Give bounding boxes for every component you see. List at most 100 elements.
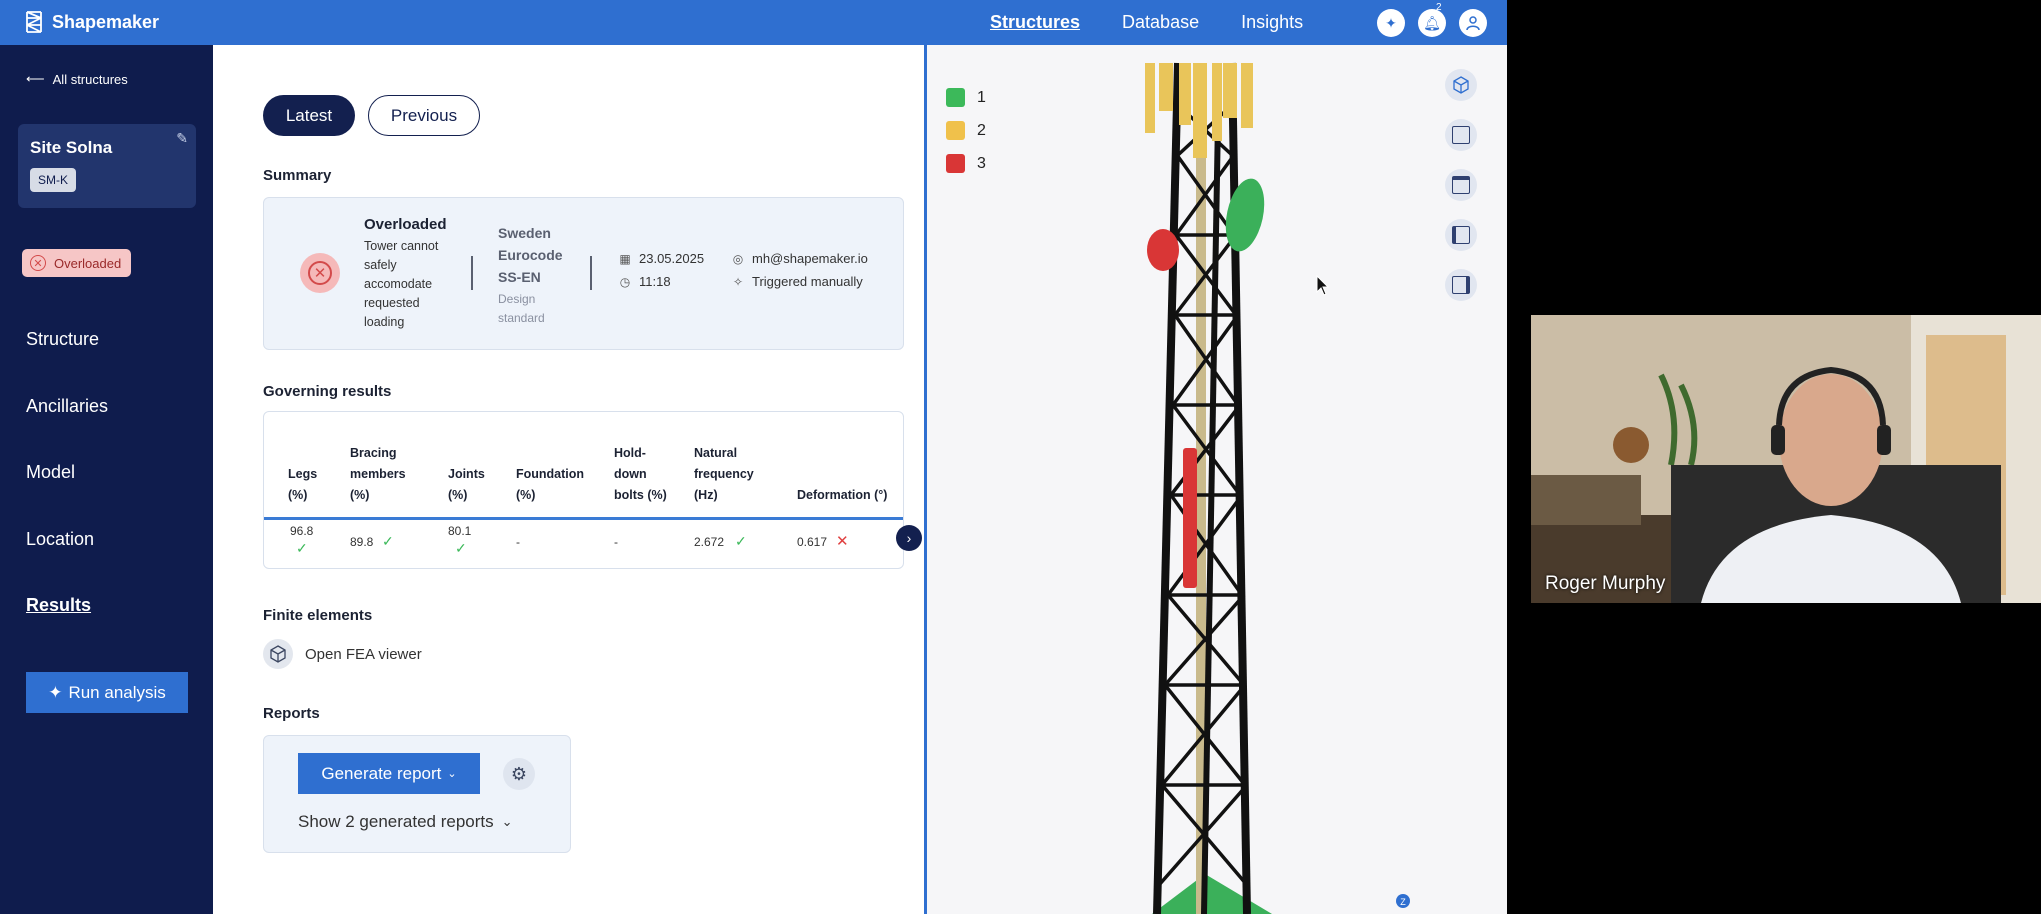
open-fea-viewer-link[interactable]: Open FEA viewer	[263, 639, 422, 669]
chevron-right-icon[interactable]: ›	[896, 525, 922, 551]
show-reports-toggle[interactable]: Show 2 generated reports ⌄	[298, 812, 513, 832]
column-header: Deformation (°)	[797, 488, 888, 502]
column-header: Bracing members (%)	[350, 446, 406, 502]
tab-latest[interactable]: Latest	[263, 95, 355, 136]
webcam-feed: Roger Murphy	[1531, 315, 2041, 603]
tower-model[interactable]: Z	[927, 45, 1507, 914]
chevron-down-icon: ⌄	[501, 814, 513, 829]
site-tag: SM-K	[30, 168, 76, 192]
sidebar-item-results[interactable]: Results	[26, 595, 91, 616]
user-icon[interactable]	[1459, 9, 1487, 37]
design-standard-name: Sweden Eurocode SS-EN	[498, 225, 563, 285]
check-icon: ✓	[296, 540, 308, 556]
error-icon: ✕	[300, 253, 340, 293]
run-analysis-label: Run analysis	[68, 682, 166, 702]
sidebar-item-model[interactable]: Model	[26, 462, 75, 483]
overloaded-dish	[1147, 229, 1179, 271]
summary-user: ◎ mh@shapemaker.io	[731, 251, 868, 266]
summary-status-description: Tower cannot safely accomodate requested…	[364, 239, 439, 329]
hold-down-bolts-value: -	[614, 535, 618, 549]
design-standard: Sweden Eurocode SS-EN Design standard	[498, 222, 578, 328]
column-header: Legs (%)	[288, 467, 318, 502]
summary-trigger: ✧ Triggered manually	[731, 274, 863, 289]
summary-user-email: mh@shapemaker.io	[752, 251, 868, 266]
summary-date: ▦ 23.05.2025	[618, 251, 704, 266]
axis-badge-label: Z	[1400, 897, 1406, 907]
pencil-icon[interactable]: ✎	[176, 130, 188, 147]
generate-report-button[interactable]: Generate report ⌄	[298, 753, 480, 794]
nav-insights[interactable]: Insights	[1241, 12, 1303, 33]
results-panel: Latest Previous Summary ✕ Overloaded Tow…	[213, 45, 924, 914]
view-right-icon[interactable]	[1445, 269, 1477, 301]
brand[interactable]: Shapemaker	[24, 10, 159, 34]
webcam-image	[1531, 315, 2041, 603]
clock-icon: ◷	[619, 274, 631, 289]
show-reports-label: Show 2 generated reports	[298, 812, 494, 831]
view-front-icon[interactable]	[1445, 119, 1477, 151]
run-analysis-button[interactable]: ✦ Run analysis	[26, 672, 188, 713]
cube-icon	[263, 639, 293, 669]
nav-structures[interactable]: Structures	[990, 12, 1080, 33]
check-icon: ✓	[735, 533, 747, 549]
foundation-value: -	[516, 535, 520, 549]
sidebar-item-structure[interactable]: Structure	[26, 329, 99, 350]
3d-viewer[interactable]: 1 2 3 Z	[924, 45, 1507, 914]
column-header: Foundation (%)	[516, 467, 585, 502]
divider	[471, 256, 473, 290]
summary-time: ◷ 11:18	[618, 274, 671, 289]
status-badge: ✕ Overloaded	[22, 249, 132, 277]
open-fea-viewer-label: Open FEA viewer	[305, 645, 422, 663]
mouse-cursor-icon	[1316, 275, 1330, 296]
gear-icon[interactable]: ⚙	[503, 758, 535, 790]
site-card[interactable]: Site Solna SM-K ✎	[18, 124, 196, 208]
tab-previous[interactable]: Previous	[368, 95, 480, 136]
view-top-icon[interactable]	[1445, 169, 1477, 201]
foundation-slab	[1152, 874, 1272, 914]
summary-title: Summary	[263, 167, 332, 184]
site-name: Site Solna	[30, 138, 113, 157]
sparkle-icon[interactable]: ✦	[1377, 9, 1405, 37]
dish-antenna	[1225, 178, 1265, 252]
calendar-icon: ▦	[619, 251, 631, 266]
legs-value: 96.8	[290, 524, 314, 538]
reports-card: Generate report ⌄ ⚙ Show 2 generated rep…	[263, 735, 571, 853]
deformation-value: 0.617	[797, 535, 828, 549]
view-left-icon[interactable]	[1445, 219, 1477, 251]
check-icon: ✓	[382, 533, 394, 549]
design-standard-label: Design standard	[498, 292, 545, 325]
column-header: Hold-down bolts (%)	[614, 446, 667, 502]
joints-value: 80.1	[448, 524, 472, 538]
top-bar: Shapemaker Structures Database Insights …	[0, 0, 1507, 45]
bell-icon[interactable]: 🔔︎	[1418, 9, 1446, 37]
close-circle-icon: ✕	[30, 255, 46, 271]
sparkle-icon: ✦	[48, 682, 63, 702]
summary-status-title: Overloaded	[364, 216, 447, 233]
summary-trigger-value: Triggered manually	[752, 274, 863, 289]
chevron-down-icon: ⌄	[447, 768, 457, 780]
shapemaker-logo-icon	[26, 11, 42, 33]
sidebar-item-ancillaries[interactable]: Ancillaries	[26, 396, 108, 417]
summary-card: ✕ Overloaded Tower cannot safely accomod…	[263, 197, 904, 350]
nav-database[interactable]: Database	[1122, 12, 1199, 33]
view-3d-cube-icon[interactable]	[1445, 69, 1477, 101]
summary-time-value: 11:18	[639, 274, 671, 289]
main-nav: Structures Database Insights	[990, 12, 1303, 33]
back-link[interactable]: ⟵ All structures	[26, 71, 128, 87]
check-icon: ✓	[455, 540, 467, 556]
bracing-value: 89.8	[350, 535, 374, 549]
sparkle-icon: ✧	[732, 274, 744, 289]
column-header: Joints (%)	[448, 467, 485, 502]
natural-frequency-value: 2.672	[694, 535, 725, 549]
column-header: Natural frequency (Hz)	[694, 446, 754, 502]
notification-count: 2	[1436, 2, 1442, 13]
divider	[590, 256, 592, 290]
governing-results-table: Legs (%) Bracing members (%) Joints (%) …	[263, 411, 904, 569]
back-link-label: All structures	[52, 71, 128, 87]
app-window: Shapemaker Structures Database Insights …	[0, 0, 1507, 914]
participant-name: Roger Murphy	[1545, 573, 1666, 594]
sidebar: ⟵ All structures Site Solna SM-K ✎ ✕ Ove…	[0, 45, 213, 914]
reports-title: Reports	[263, 705, 320, 722]
sidebar-item-location[interactable]: Location	[26, 529, 94, 550]
summary-status: Overloaded Tower cannot safely accomodat…	[364, 216, 454, 332]
status-badge-label: Overloaded	[54, 255, 122, 271]
